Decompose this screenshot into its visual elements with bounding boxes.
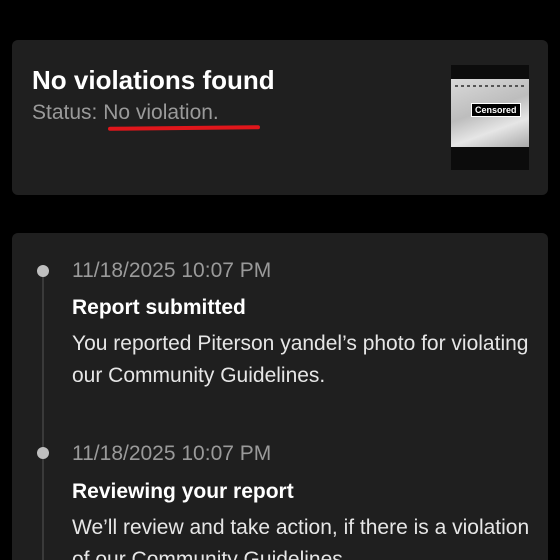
photo-texture (455, 85, 525, 87)
photo-image: Censored (451, 79, 529, 147)
timeline-card: 11/18/2025 10:07 PM Report submitted You… (12, 233, 548, 560)
timeline-date: 11/18/2025 10:07 PM (72, 442, 272, 465)
status-line: Status: No violation. (32, 101, 219, 125)
report-status-screen: No violations found Status: No violation… (0, 0, 560, 560)
censored-badge: Censored (471, 103, 521, 117)
timeline-heading: Reviewing your report (72, 480, 294, 503)
timeline-dot-icon (37, 265, 49, 277)
timeline-body: We’ll review and take action, if there i… (72, 516, 530, 560)
reported-photo-thumbnail[interactable]: Censored (451, 65, 529, 170)
timeline-dot-icon (37, 447, 49, 459)
status-red-underline (107, 125, 261, 131)
timeline-connector-line (42, 273, 44, 560)
status-value: No violation. (97, 101, 219, 124)
timeline-heading: Report submitted (72, 296, 246, 319)
status-title: No violations found (32, 65, 275, 95)
timeline-body: You reported Piterson yandel’s photo for… (72, 332, 529, 387)
status-card: No violations found Status: No violation… (12, 40, 548, 195)
timeline-date: 11/18/2025 10:07 PM (72, 259, 272, 282)
status-label: Status: (32, 101, 98, 124)
